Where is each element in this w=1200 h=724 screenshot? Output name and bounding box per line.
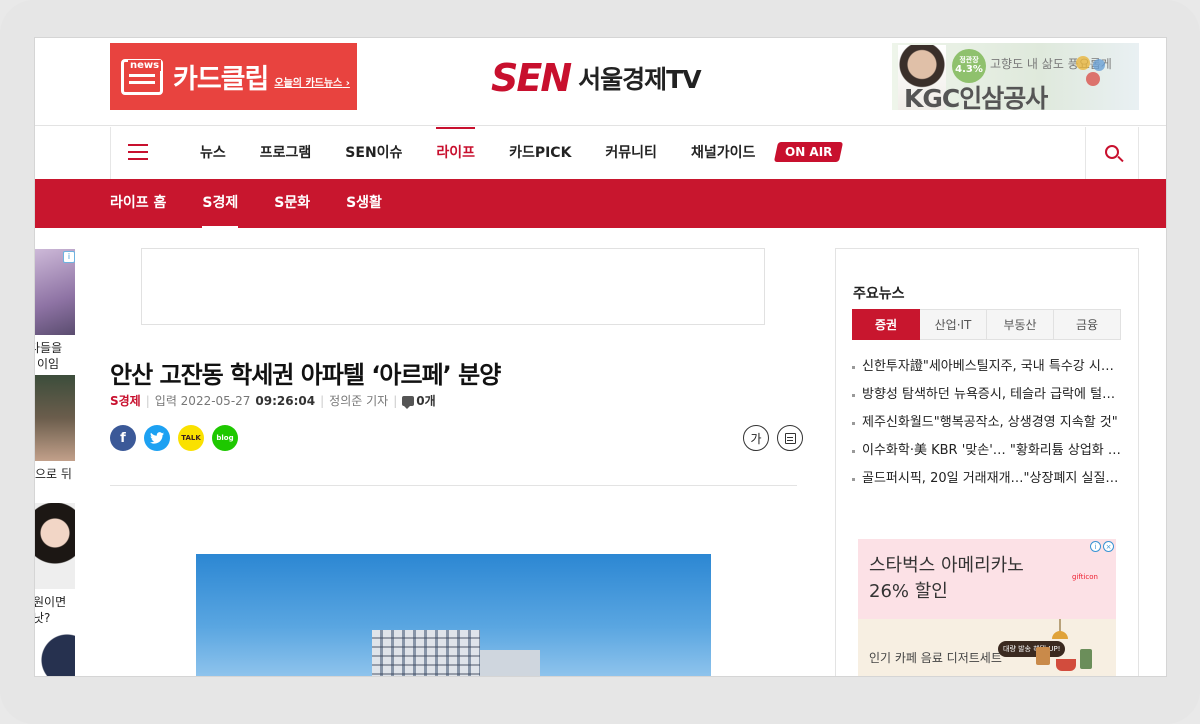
print-button[interactable] — [777, 425, 803, 451]
ad-line-2: 26% 할인 — [869, 581, 948, 602]
tab-industry-it[interactable]: 산업·IT — [920, 309, 987, 340]
onair-button[interactable]: ON AIR — [773, 142, 844, 162]
nav-item-sen-issue[interactable]: SEN이슈 — [328, 127, 419, 179]
site-header: news 카드클립 오늘의 카드뉴스 › SEN 서울경제TV 정관장 4.3%… — [35, 38, 1166, 126]
site-logo[interactable]: SEN 서울경제TV — [491, 56, 702, 100]
nav-item-life[interactable]: 라이프 — [419, 127, 492, 179]
blog-share-icon[interactable]: blog — [212, 425, 238, 451]
ad-thumbnail[interactable] — [35, 503, 75, 589]
list-item[interactable]: 방향성 탐색하던 뉴욕증시, 테슬라 급락에 털썩...... — [852, 381, 1124, 409]
subnav-s-living[interactable]: S생활 — [346, 179, 382, 228]
article-date: 입력 2022-05-27 — [154, 394, 251, 408]
search-button[interactable] — [1085, 127, 1138, 179]
pinwheel-icon — [1076, 56, 1105, 86]
kgc-ad-banner[interactable]: 정관장 4.3% 고향도 내 삶도 풍요롭게 KGC인삼공사 — [892, 43, 1139, 110]
article-time: 09:26:04 — [255, 393, 316, 408]
facebook-share-icon[interactable]: f — [110, 425, 136, 451]
nav-item-card-pick[interactable]: 카드PICK — [492, 127, 588, 179]
page-viewport: news 카드클립 오늘의 카드뉴스 › SEN 서울경제TV 정관장 4.3%… — [35, 38, 1166, 676]
logo-korean: 서울경제TV — [578, 65, 701, 94]
news-icon-label: news — [128, 59, 162, 71]
nav-item-program[interactable]: 프로그램 — [243, 127, 329, 179]
logo-sen: SEN — [491, 56, 572, 100]
lamp-icon — [1052, 619, 1068, 639]
gifticon-logo: gifticon — [1072, 573, 1098, 581]
cardclip-link[interactable]: 오늘의 카드뉴스 › — [274, 74, 350, 89]
nav-item-community[interactable]: 커뮤니티 — [588, 127, 674, 179]
drink-icon — [1036, 647, 1050, 665]
subnav-life-home[interactable]: 라이프 홈 — [110, 179, 166, 228]
list-item[interactable]: 제주신화월드"행복공작소, 상생경영 지속할 것" — [852, 409, 1124, 437]
ad-info-icon[interactable]: i — [1090, 541, 1101, 552]
font-size-button[interactable]: 가 — [743, 425, 769, 451]
ad-line-3: 인기 카페 음료 디저트세트 — [869, 651, 1002, 665]
sidebar-tabs: 증권 산업·IT 부동산 금융 — [852, 309, 1121, 340]
twitter-share-icon[interactable] — [144, 425, 170, 451]
ad-close-icon[interactable]: × — [1103, 541, 1114, 552]
nav-item-channel-guide[interactable]: 채널가이드 — [674, 127, 772, 179]
left-ad-column[interactable]: i 다들을 이임 으로 뒤 원이면 낫? — [35, 249, 75, 676]
comment-count[interactable]: 0개 — [416, 392, 435, 409]
subnav-s-economy[interactable]: S경제 — [202, 179, 238, 228]
ad-pill: 대량 발송 혜택 UP! — [998, 641, 1066, 657]
comment-icon[interactable] — [402, 395, 415, 409]
tab-stocks[interactable]: 증권 — [852, 309, 920, 340]
nav-item-news[interactable]: 뉴스 — [183, 127, 243, 179]
tab-finance[interactable]: 금융 — [1054, 309, 1121, 340]
article-photo — [196, 554, 711, 676]
ad-thumbnail[interactable] — [35, 375, 75, 461]
ad-badge: 정관장 4.3% — [952, 49, 986, 83]
list-item[interactable]: 골드퍼시픽, 20일 거래재개…"상장폐지 실질심... — [852, 465, 1124, 493]
ad-thumbnail[interactable] — [35, 630, 75, 676]
sidebar-news-list: 신한투자證"세아베스틸지주, 국내 특수강 시장 ... 방향성 탐색하던 뉴욕… — [852, 353, 1124, 493]
article-reporter: 정의준 기자 — [329, 394, 389, 408]
building-image — [480, 650, 540, 676]
article-divider — [110, 485, 797, 486]
sidebar-title: 주요뉴스 — [853, 286, 905, 302]
browser-frame: news 카드클립 오늘의 카드뉴스 › SEN 서울경제TV 정관장 4.3%… — [0, 0, 1200, 724]
article-category[interactable]: S경제 — [110, 392, 141, 409]
cardclip-title: 카드클립 — [173, 64, 269, 95]
list-item[interactable]: 신한투자證"세아베스틸지주, 국내 특수강 시장 ... — [852, 353, 1124, 381]
starbucks-ad[interactable]: 스타벅스 아메리카노 26% 할인 gifticon i × 대량 발송 혜택 … — [858, 539, 1116, 676]
cardclip-banner[interactable]: news 카드클립 오늘의 카드뉴스 › — [110, 43, 357, 110]
ad-brand: KGC인삼공사 — [904, 84, 1048, 110]
main-nav: 뉴스 프로그램 SEN이슈 라이프 카드PICK 커뮤니티 채널가이드 ON A… — [35, 127, 1166, 179]
ad-text[interactable]: 으로 뒤 — [35, 465, 72, 482]
sub-nav: 라이프 홈 S경제 S문화 S생활 — [35, 179, 1166, 228]
article-meta: S경제 | 입력 2022-05-27 09:26:04 | 정의준 기자 | … — [110, 392, 436, 409]
kakaotalk-share-icon[interactable]: TALK — [178, 425, 204, 451]
drink-icon — [1056, 659, 1076, 671]
ad-text[interactable]: 원이면 — [35, 593, 66, 610]
menu-icon[interactable] — [128, 144, 148, 160]
subnav-s-culture[interactable]: S문화 — [274, 179, 310, 228]
list-item[interactable]: 이수화학·美 KBR '맞손'… "황화리튬 상업화 박차" — [852, 437, 1124, 465]
ad-text[interactable]: 낫? — [35, 609, 50, 626]
ad-text[interactable]: 다들을 — [35, 339, 62, 356]
print-icon — [784, 432, 796, 444]
drink-icon — [1080, 649, 1092, 669]
article-top-ad-slot — [141, 248, 765, 325]
nav-menu: 뉴스 프로그램 SEN이슈 라이프 카드PICK 커뮤니티 채널가이드 — [183, 127, 772, 179]
ad-text[interactable]: 이임 — [37, 355, 59, 372]
article-tools: 가 — [735, 425, 803, 451]
article-headline: 안산 고잔동 학세권 아파텔 ‘아르페’ 분양 — [110, 361, 501, 389]
ad-bottom-panel: 대량 발송 혜택 UP! 인기 카페 음료 디저트세트 — [858, 619, 1116, 676]
building-image — [372, 630, 480, 676]
ad-controls: i × — [1090, 541, 1114, 552]
share-buttons: f TALK blog — [110, 425, 246, 451]
tab-real-estate[interactable]: 부동산 — [987, 309, 1054, 340]
ad-line-1: 스타벅스 아메리카노 — [869, 555, 1024, 576]
ad-info-icon[interactable]: i — [63, 251, 75, 263]
sidebar-main-news: 주요뉴스 증권 산업·IT 부동산 금융 신한투자證"세아베스틸지주, 국내 특… — [835, 248, 1139, 676]
news-icon: news — [121, 58, 163, 95]
